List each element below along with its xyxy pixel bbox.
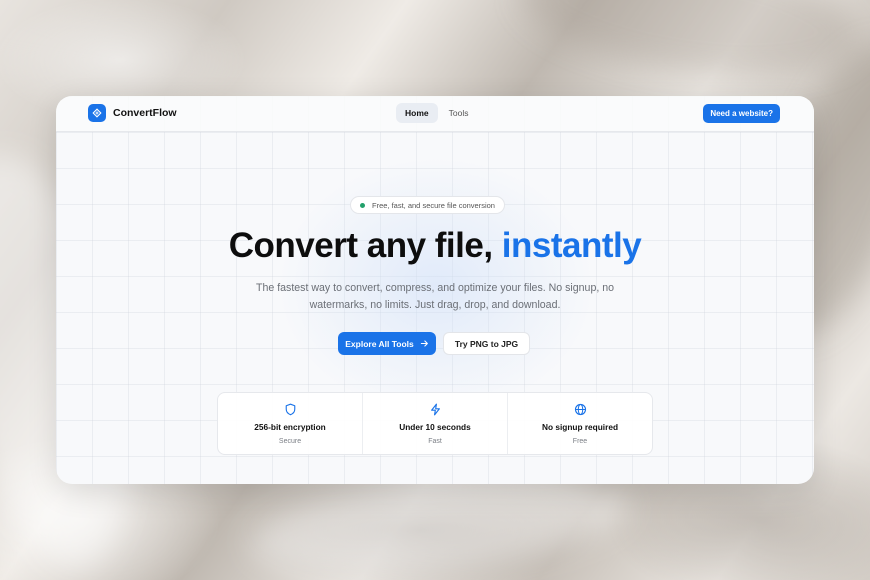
feature-item: Under 10 seconds Fast: [362, 393, 507, 454]
try-png-to-jpg-button[interactable]: Try PNG to JPG: [443, 332, 530, 355]
background-fold: [513, 0, 867, 94]
app-window: ConvertFlow Home Tools Need a website? F…: [56, 96, 814, 484]
feature-title: 256-bit encryption: [254, 422, 326, 432]
feature-item: 256-bit encryption Secure: [218, 393, 362, 454]
feature-subtitle: Secure: [278, 438, 302, 445]
status-badge-text: Free, fast, and secure file conversion: [372, 200, 495, 210]
top-nav: ConvertFlow Home Tools Need a website?: [56, 96, 814, 132]
brand-name: ConvertFlow: [113, 107, 177, 119]
headline-accent: instantly: [501, 226, 642, 265]
feature-item: No signup required Free: [507, 393, 652, 454]
feature-title: Under 10 seconds: [399, 422, 471, 432]
nav-home-link[interactable]: Home: [396, 103, 438, 123]
shield-icon: [285, 403, 295, 416]
hero-subtext: The fastest way to convert, compress, an…: [256, 282, 614, 311]
nav-links: Home Tools: [396, 103, 477, 123]
page-title: Convert any file, instantly: [56, 226, 814, 266]
lightning-icon: [430, 403, 440, 416]
status-badge: Free, fast, and secure file conversion: [350, 196, 505, 214]
need-website-button[interactable]: Need a website?: [703, 104, 780, 123]
brand-logo[interactable]: ConvertFlow: [88, 104, 177, 122]
feature-strip: 256-bit encryption Secure Under 10 secon…: [217, 392, 653, 455]
feature-subtitle: Free: [572, 438, 588, 445]
headline-main: Convert any file,: [228, 226, 493, 265]
logo-icon: [88, 104, 106, 122]
feature-title: No signup required: [541, 422, 619, 432]
globe-icon: [574, 403, 586, 416]
feature-subtitle: Fast: [428, 438, 442, 445]
nav-tools-link[interactable]: Tools: [440, 103, 478, 123]
arrow-right-icon: [420, 340, 428, 347]
status-dot-icon: [360, 202, 365, 208]
explore-tools-label: Explore All Tools: [345, 338, 414, 349]
explore-tools-button[interactable]: Explore All Tools: [338, 332, 436, 355]
